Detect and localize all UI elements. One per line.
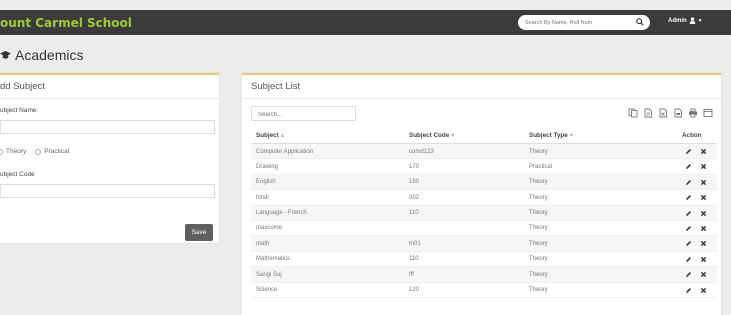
column-visibility-icon[interactable] <box>703 108 713 118</box>
graduation-cap-icon <box>0 50 11 59</box>
subject-cell: Computer Application <box>256 148 314 155</box>
save-button[interactable]: Save <box>185 224 213 241</box>
edit-icon[interactable] <box>685 225 692 232</box>
subject-code-input[interactable] <box>0 184 215 198</box>
admin-menu[interactable]: Admin ▼ <box>668 17 703 24</box>
admin-label: Admin <box>668 17 687 24</box>
delete-icon[interactable] <box>700 148 707 155</box>
delete-icon[interactable] <box>700 271 707 278</box>
subject-type-cell: Theory <box>529 179 548 186</box>
subject-code-cell: comd123 <box>409 148 434 155</box>
delete-icon[interactable] <box>700 240 707 247</box>
subject-type-cell: Practical <box>529 163 553 170</box>
subject-type-cell: Theory <box>529 240 548 247</box>
print-icon[interactable] <box>688 108 698 118</box>
subject-cell: Language - French <box>256 210 307 217</box>
table-row: Language - French 110 Theory <box>251 205 717 221</box>
pdf-icon[interactable] <box>673 108 683 118</box>
subject-code-cell: 002 <box>409 194 420 201</box>
table-header: Subject ▴ Subject Code ▾ Subject Type ▾ Act… <box>251 127 717 144</box>
column-header-subject[interactable]: Subject ▴ <box>256 132 284 139</box>
table-row: Sangi Suj fff Theory <box>251 267 717 283</box>
subject-cell: math <box>256 240 270 247</box>
table-body: Computer Application comd123 Theory Drawing… <box>251 144 717 298</box>
subject-code-cell: 150 <box>409 179 420 186</box>
subject-cell: hindi <box>256 194 269 201</box>
table-row: English 150 Theory <box>251 174 717 191</box>
theory-label: Theory <box>6 148 27 155</box>
subject-cell: Science <box>256 287 278 294</box>
table-row: Drawing 170 Practical <box>251 159 717 175</box>
add-subject-title: dd Subject <box>0 75 219 99</box>
column-header-subject-type[interactable]: Subject Type ▾ <box>529 132 573 139</box>
table-row: Science 120 Theory <box>251 283 717 298</box>
subject-cell: maxcome <box>256 225 283 232</box>
subject-list-title: Subject List <box>242 75 721 99</box>
practical-radio[interactable] <box>35 148 42 155</box>
global-search-input[interactable] <box>525 17 625 28</box>
subject-type-cell: Theory <box>529 210 548 217</box>
global-search[interactable] <box>518 15 650 30</box>
table-row: math m01 Theory <box>251 236 717 252</box>
subject-type-cell: Theory <box>529 148 548 155</box>
edit-icon[interactable] <box>685 287 692 294</box>
delete-icon[interactable] <box>700 194 707 201</box>
school-brand[interactable]: ount Carmel School <box>0 16 132 30</box>
add-subject-panel: dd Subject ubject Name Theory Practical … <box>0 73 219 243</box>
delete-icon[interactable] <box>700 210 707 217</box>
edit-icon[interactable] <box>685 256 692 263</box>
subject-table: Subject ▴ Subject Code ▾ Subject Type ▾ Act… <box>251 127 717 298</box>
delete-icon[interactable] <box>700 256 707 263</box>
csv-icon[interactable] <box>643 108 653 118</box>
edit-icon[interactable] <box>685 240 692 247</box>
column-header-action: Action <box>682 132 702 139</box>
subject-code-cell: 110 <box>409 256 419 263</box>
subject-type-cell: Theory <box>529 271 548 278</box>
subject-search-input[interactable] <box>251 106 356 121</box>
subject-cell: English <box>256 179 276 186</box>
subject-code-cell: fff <box>409 271 414 278</box>
table-row: hindi 002 Theory <box>251 190 717 206</box>
theory-radio[interactable] <box>0 148 3 155</box>
delete-icon[interactable] <box>700 225 707 232</box>
subject-code-cell: 170 <box>409 163 420 170</box>
user-icon <box>689 17 695 24</box>
subject-type-radios: Theory Practical <box>0 148 69 155</box>
practical-label: Practical <box>44 148 70 155</box>
delete-icon[interactable] <box>700 163 707 170</box>
subject-code-cell: m01 <box>409 240 421 247</box>
edit-icon[interactable] <box>685 210 692 217</box>
subject-type-cell: Theory <box>529 194 548 201</box>
search-icon[interactable] <box>636 18 644 26</box>
subject-cell: Drawing <box>256 163 279 170</box>
subject-type-cell: Theory <box>529 256 548 263</box>
subject-cell: Sangi Suj <box>256 271 282 278</box>
page-title: Academics <box>0 47 83 63</box>
table-row: maxcome Theory <box>251 221 717 237</box>
edit-icon[interactable] <box>685 163 692 170</box>
delete-icon[interactable] <box>700 287 707 294</box>
table-row: Computer Application comd123 Theory <box>251 144 717 160</box>
subject-code-label: ubject Code <box>0 171 35 178</box>
page-title-text: Academics <box>15 47 84 63</box>
subject-code-cell: 110 <box>409 210 419 217</box>
copy-icon[interactable] <box>628 108 638 118</box>
subject-code-cell: 120 <box>409 287 420 294</box>
edit-icon[interactable] <box>685 271 692 278</box>
subject-name-input[interactable] <box>0 120 215 134</box>
top-navbar: ount Carmel School Admin ▼ <box>0 10 731 35</box>
subject-type-cell: Theory <box>529 287 548 294</box>
subject-list-panel: Subject List Subject▴ Subject Code▾ Subj… <box>242 73 721 315</box>
delete-icon[interactable] <box>700 179 707 186</box>
table-row: Mathematics 110 Theory <box>251 252 717 268</box>
excel-icon[interactable] <box>658 108 668 118</box>
subject-type-cell: Theory <box>529 225 548 232</box>
caret-down-icon: ▼ <box>697 17 703 24</box>
edit-icon[interactable] <box>685 148 692 155</box>
edit-icon[interactable] <box>685 194 692 201</box>
column-header-subject-code[interactable]: Subject Code ▾ <box>409 132 454 139</box>
subject-cell: Mathematics <box>256 256 291 263</box>
edit-icon[interactable] <box>685 179 692 186</box>
subject-name-label: ubject Name <box>0 107 37 114</box>
